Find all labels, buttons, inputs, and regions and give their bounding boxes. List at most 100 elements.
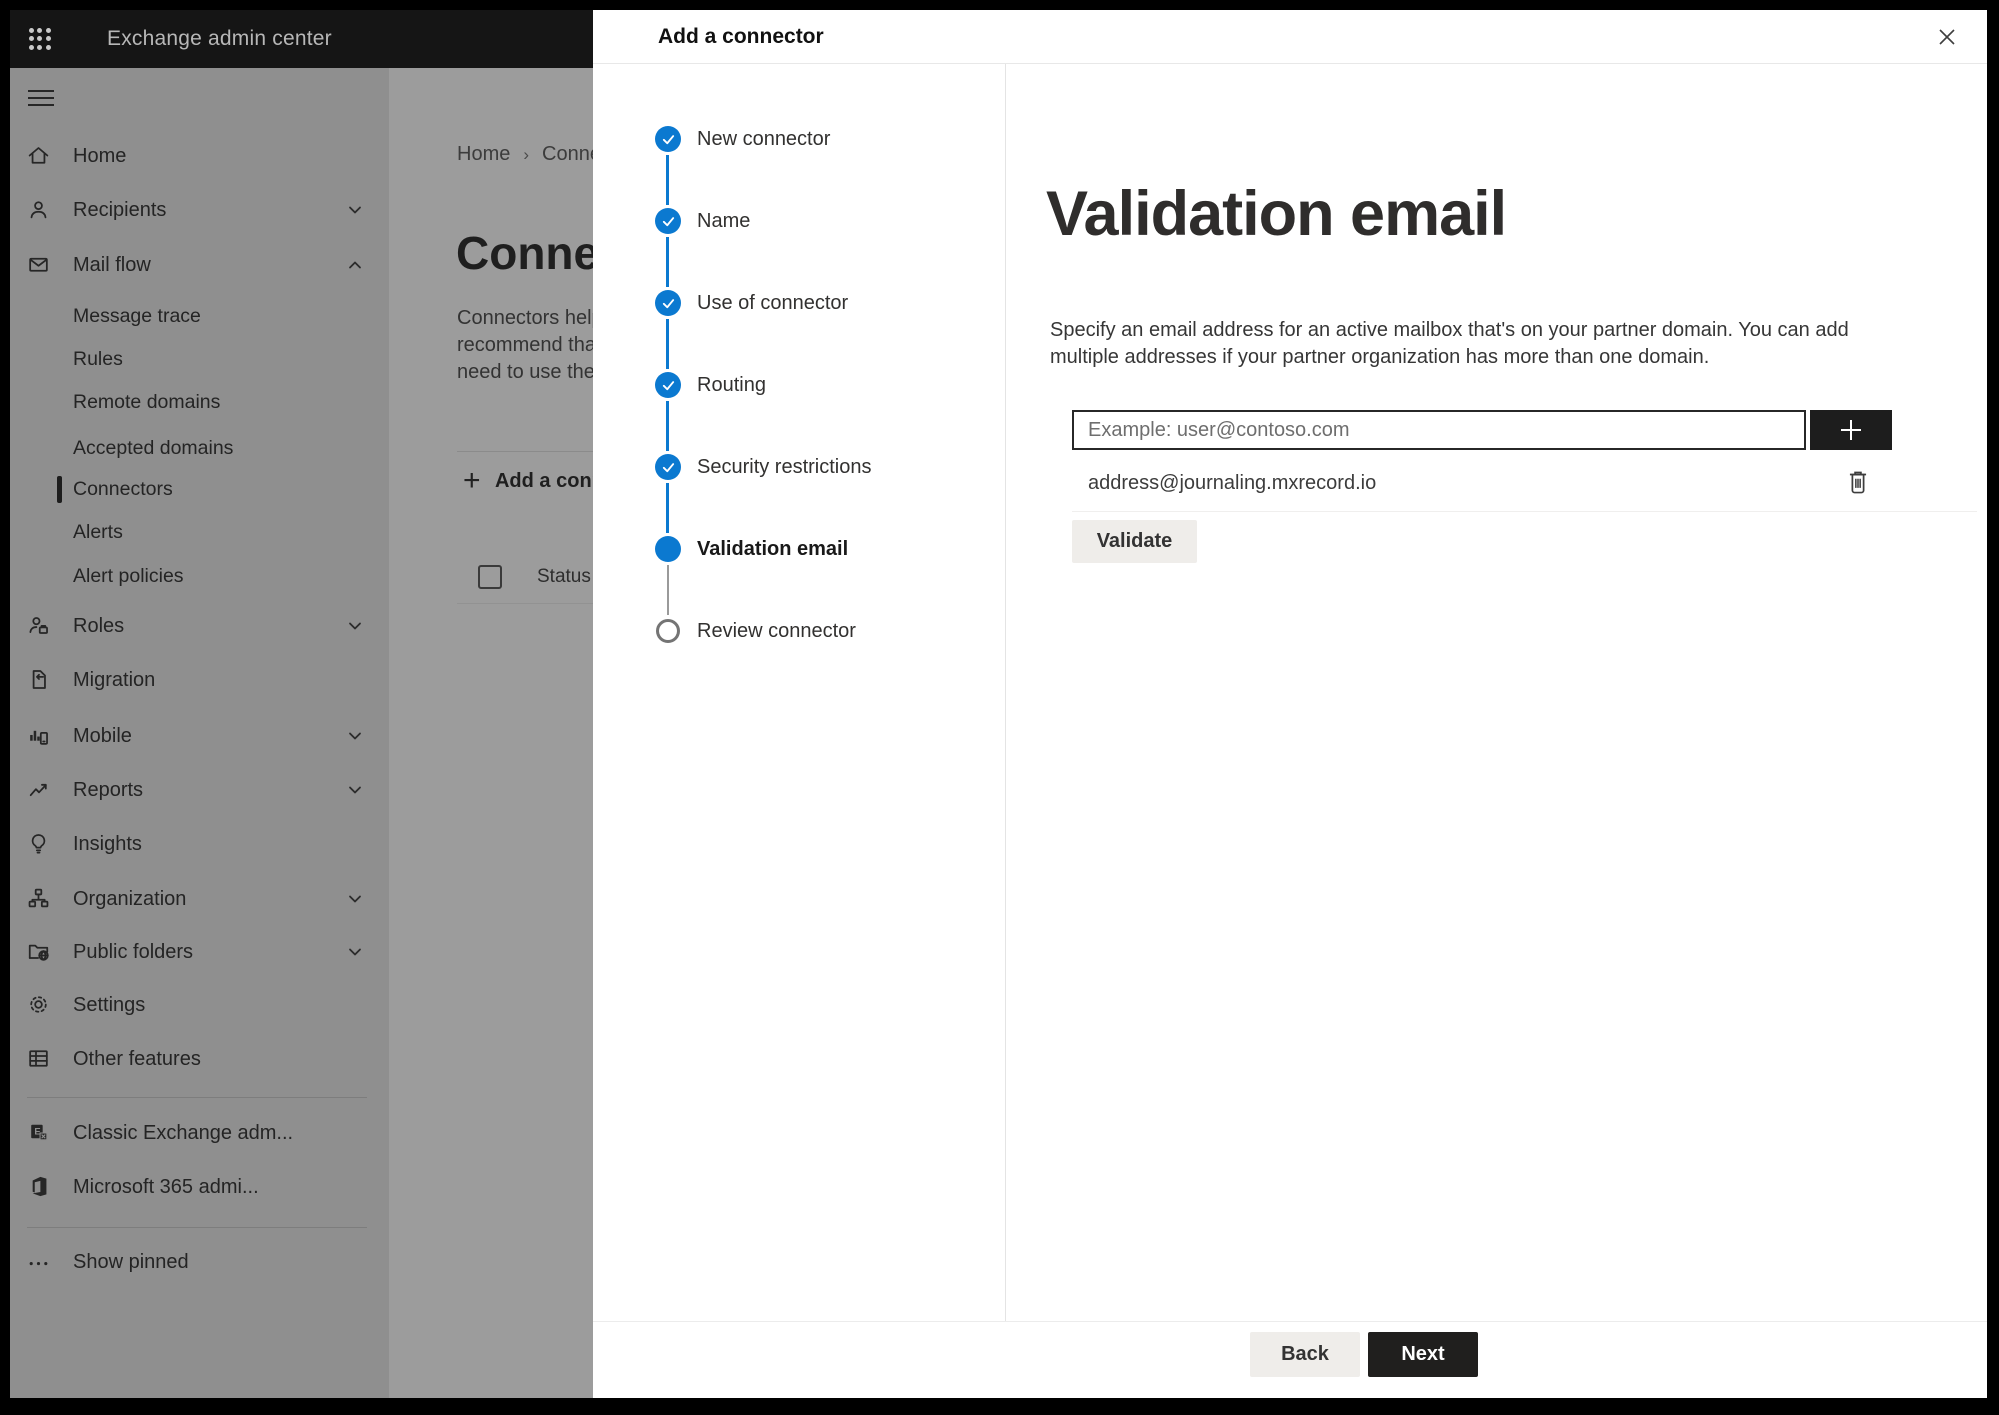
exchange-logo-icon: E bbox=[26, 1120, 51, 1145]
sidebar-item-roles[interactable]: Roles bbox=[10, 611, 389, 641]
chevron-down-icon bbox=[347, 782, 363, 798]
step-connector-line bbox=[666, 237, 669, 287]
sidebar-item-label: Remote domains bbox=[73, 391, 221, 413]
sidebar-item-insights[interactable]: Insights bbox=[10, 829, 389, 859]
wizard-step-validation-email[interactable]: Validation email bbox=[593, 533, 993, 565]
roles-icon bbox=[26, 613, 51, 638]
chevron-down-icon bbox=[347, 944, 363, 960]
home-icon bbox=[26, 143, 51, 168]
sidebar-item-message-trace[interactable]: Message trace bbox=[10, 301, 389, 331]
step-connector-line bbox=[666, 155, 669, 205]
sidebar-item-migration[interactable]: Migration bbox=[10, 665, 389, 695]
step-todo-circle-icon bbox=[656, 619, 680, 643]
delete-address-icon[interactable] bbox=[1845, 468, 1875, 498]
sidebar-item-label: Reports bbox=[73, 779, 144, 801]
step-description: Specify an email address for an active m… bbox=[1050, 319, 1849, 368]
chevron-down-icon bbox=[347, 618, 363, 634]
sidebar-item-label: Settings bbox=[73, 994, 146, 1016]
wizard-step-use-of-connector[interactable]: Use of connector bbox=[593, 287, 993, 319]
step-connector-line bbox=[666, 483, 669, 533]
sidebar-item-label: Rules bbox=[73, 348, 123, 370]
wizard-step-security-restrictions[interactable]: Security restrictions bbox=[593, 451, 993, 483]
close-icon[interactable] bbox=[1933, 23, 1961, 51]
step-connector-line bbox=[667, 565, 669, 615]
sidebar-item-microsoft-365-admi[interactable]: Microsoft 365 admi... bbox=[10, 1172, 389, 1202]
wizard-step-label: Review connector bbox=[697, 620, 856, 642]
select-all-checkbox[interactable] bbox=[478, 565, 502, 589]
sidebar-item-public-folders[interactable]: Public folders bbox=[10, 937, 389, 967]
sidebar-item-label: Alerts bbox=[73, 521, 123, 543]
next-button[interactable]: Next bbox=[1368, 1332, 1478, 1377]
add-connector-button[interactable]: + Add a conn bbox=[463, 466, 593, 497]
chevron-down-icon bbox=[347, 728, 363, 744]
page-title: Connec bbox=[456, 227, 593, 279]
wizard-step-label: Security restrictions bbox=[697, 456, 872, 478]
sidebar-item-label: Accepted domains bbox=[73, 437, 234, 459]
sidebar-item-label: Roles bbox=[73, 615, 125, 637]
sidebar-item-settings[interactable]: Settings bbox=[10, 990, 389, 1020]
sidebar-item-label: Show pinned bbox=[73, 1251, 189, 1273]
public-folders-icon bbox=[26, 939, 51, 964]
sidebar-item-home[interactable]: Home bbox=[10, 141, 389, 171]
other-features-icon bbox=[26, 1046, 51, 1071]
step-completed-check-icon bbox=[655, 126, 681, 152]
mail-icon bbox=[26, 252, 51, 277]
sidebar-item-accepted-domains[interactable]: Accepted domains bbox=[10, 433, 389, 463]
status-column-header[interactable]: Status bbox=[537, 565, 591, 589]
wizard-step-label: Routing bbox=[697, 374, 766, 396]
sidebar-item-classic-exchange-adm[interactable]: E Classic Exchange adm... bbox=[10, 1118, 389, 1148]
mobile-icon bbox=[26, 723, 51, 748]
sidebar-nav: Home Recipients Mail flow Message trace Rule… bbox=[10, 68, 389, 1398]
migration-icon bbox=[26, 667, 51, 692]
sidebar-divider bbox=[27, 1227, 367, 1228]
breadcrumb-current: Conne bbox=[542, 143, 593, 165]
sidebar-item-mobile[interactable]: Mobile bbox=[10, 721, 389, 751]
step-completed-check-icon bbox=[655, 372, 681, 398]
add-email-button[interactable] bbox=[1810, 410, 1892, 450]
sidebar-item-connectors[interactable]: Connectors bbox=[10, 474, 389, 504]
sidebar-item-show-pinned[interactable]: Show pinned bbox=[10, 1247, 389, 1277]
sidebar-item-rules[interactable]: Rules bbox=[10, 344, 389, 374]
wizard-step-review-connector[interactable]: Review connector bbox=[593, 615, 993, 647]
wizard-step-label: New connector bbox=[697, 128, 831, 150]
sidebar-item-recipients[interactable]: Recipients bbox=[10, 195, 389, 225]
app-launcher-waffle-icon[interactable] bbox=[27, 26, 53, 52]
sidebar-item-alerts[interactable]: Alerts bbox=[10, 517, 389, 547]
breadcrumb-chevron-icon: › bbox=[523, 145, 530, 164]
divider bbox=[1072, 511, 1977, 512]
page-description: Connectors help recommend that need to u… bbox=[457, 307, 593, 383]
wizard-step-routing[interactable]: Routing bbox=[593, 369, 993, 401]
sidebar-item-mail-flow[interactable]: Mail flow bbox=[10, 250, 389, 280]
organization-icon bbox=[26, 886, 51, 911]
wizard-step-name[interactable]: Name bbox=[593, 205, 993, 237]
person-icon bbox=[26, 197, 51, 222]
reports-icon bbox=[26, 777, 51, 802]
settings-icon bbox=[26, 992, 51, 1017]
sidebar-item-remote-domains[interactable]: Remote domains bbox=[10, 387, 389, 417]
hamburger-menu-icon[interactable] bbox=[28, 90, 54, 108]
insights-icon bbox=[26, 831, 51, 856]
ellipsis-icon bbox=[26, 1249, 51, 1274]
sidebar-item-label: Mail flow bbox=[73, 254, 151, 276]
sidebar-item-alert-policies[interactable]: Alert policies bbox=[10, 561, 389, 591]
sidebar-item-label: Mobile bbox=[73, 725, 132, 747]
step-completed-check-icon bbox=[655, 290, 681, 316]
sidebar-item-reports[interactable]: Reports bbox=[10, 775, 389, 805]
sidebar-item-label: Alert policies bbox=[73, 565, 184, 587]
connectors-page-background: Home › Conne Connec Connectors help recomm… bbox=[389, 68, 593, 1398]
chevron-up-icon bbox=[347, 257, 363, 273]
sidebar-item-label: Other features bbox=[73, 1048, 201, 1070]
email-address-input[interactable] bbox=[1072, 410, 1806, 450]
step-completed-check-icon bbox=[655, 454, 681, 480]
screen: Exchange admin center Home Recipients Mail… bbox=[0, 0, 1999, 1415]
sidebar-item-other-features[interactable]: Other features bbox=[10, 1044, 389, 1074]
sidebar-item-label: Insights bbox=[73, 833, 142, 855]
breadcrumb-home-link[interactable]: Home bbox=[457, 143, 510, 165]
back-button[interactable]: Back bbox=[1250, 1332, 1360, 1377]
sidebar-item-organization[interactable]: Organization bbox=[10, 884, 389, 914]
wizard-step-label: Validation email bbox=[697, 538, 849, 560]
wizard-step-new-connector[interactable]: New connector bbox=[593, 123, 993, 155]
wizard-steps-nav: New connector Name Use of connector Routing… bbox=[593, 64, 1006, 1321]
validate-button[interactable]: Validate bbox=[1072, 520, 1197, 563]
sidebar-item-label: Organization bbox=[73, 888, 187, 910]
